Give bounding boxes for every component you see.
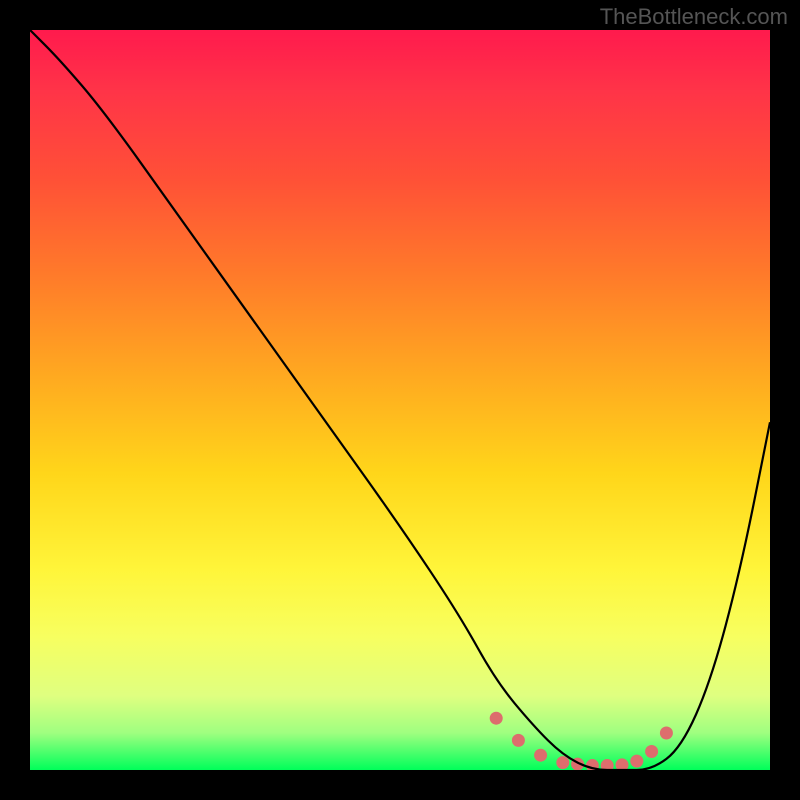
marker-dot xyxy=(601,759,614,770)
marker-dot xyxy=(534,749,547,762)
marker-dot xyxy=(512,734,525,747)
plot-area xyxy=(30,30,770,770)
marker-dot xyxy=(616,758,629,770)
marker-dot xyxy=(556,756,569,769)
chart-svg xyxy=(30,30,770,770)
watermark-text: TheBottleneck.com xyxy=(600,4,788,30)
marker-dot xyxy=(645,745,658,758)
bottom-dots xyxy=(490,712,673,770)
marker-dot xyxy=(630,755,643,768)
marker-dot xyxy=(660,727,673,740)
bottleneck-curve xyxy=(30,30,770,770)
marker-dot xyxy=(490,712,503,725)
